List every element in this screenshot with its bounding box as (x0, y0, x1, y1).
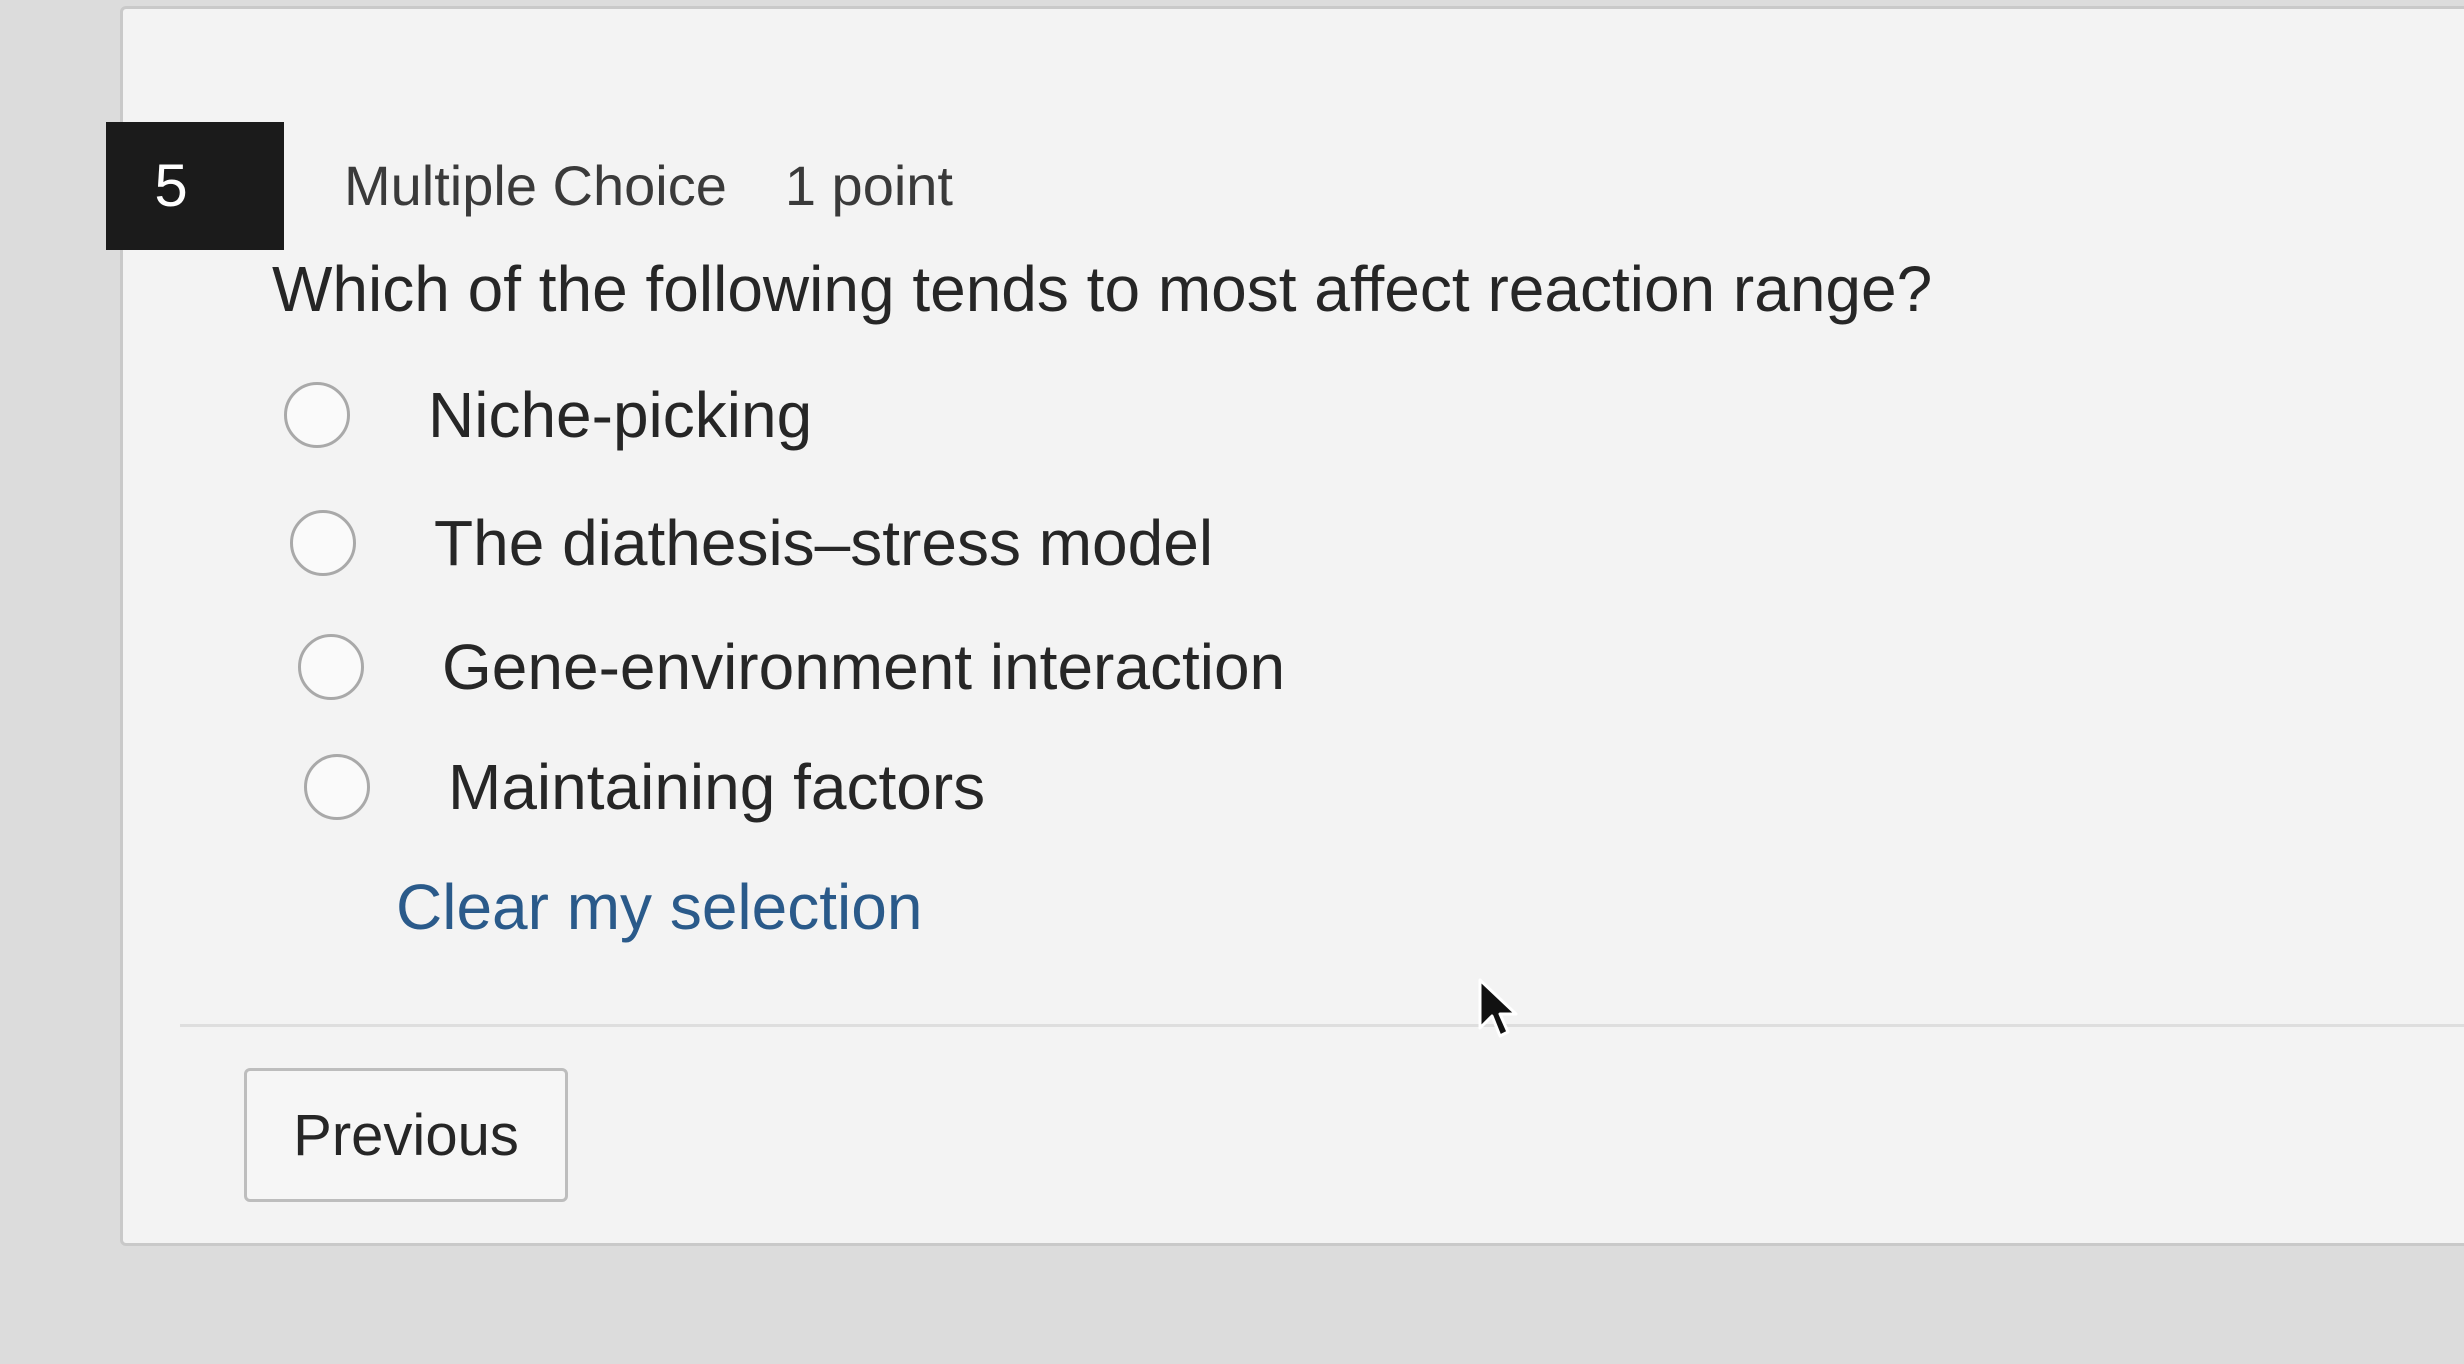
radio-button[interactable] (304, 754, 370, 820)
question-type: Multiple Choice (344, 153, 727, 217)
divider (180, 1024, 2464, 1027)
radio-button[interactable] (290, 510, 356, 576)
option-label: Gene-environment interaction (442, 631, 1286, 703)
option-label: The diathesis–stress model (434, 507, 1214, 579)
radio-button[interactable] (284, 382, 350, 448)
clear-selection-link[interactable]: Clear my selection (396, 870, 922, 944)
mouse-pointer-icon (1478, 978, 1518, 1038)
option-gene-environment-interaction[interactable]: Gene-environment interaction (298, 622, 1285, 712)
question-points: 1 point (784, 153, 953, 217)
question-number-badge: 5 (106, 122, 284, 250)
option-niche-picking[interactable]: Niche-picking (284, 370, 812, 460)
previous-button[interactable]: Previous (244, 1068, 568, 1202)
question-meta: Multiple Choice 1 point (344, 150, 953, 220)
radio-button[interactable] (298, 634, 364, 700)
option-maintaining-factors[interactable]: Maintaining factors (304, 742, 985, 832)
option-diathesis-stress-model[interactable]: The diathesis–stress model (290, 498, 1213, 588)
question-text: Which of the following tends to most aff… (272, 253, 1933, 325)
option-label: Maintaining factors (448, 751, 986, 823)
option-label: Niche-picking (428, 379, 813, 451)
